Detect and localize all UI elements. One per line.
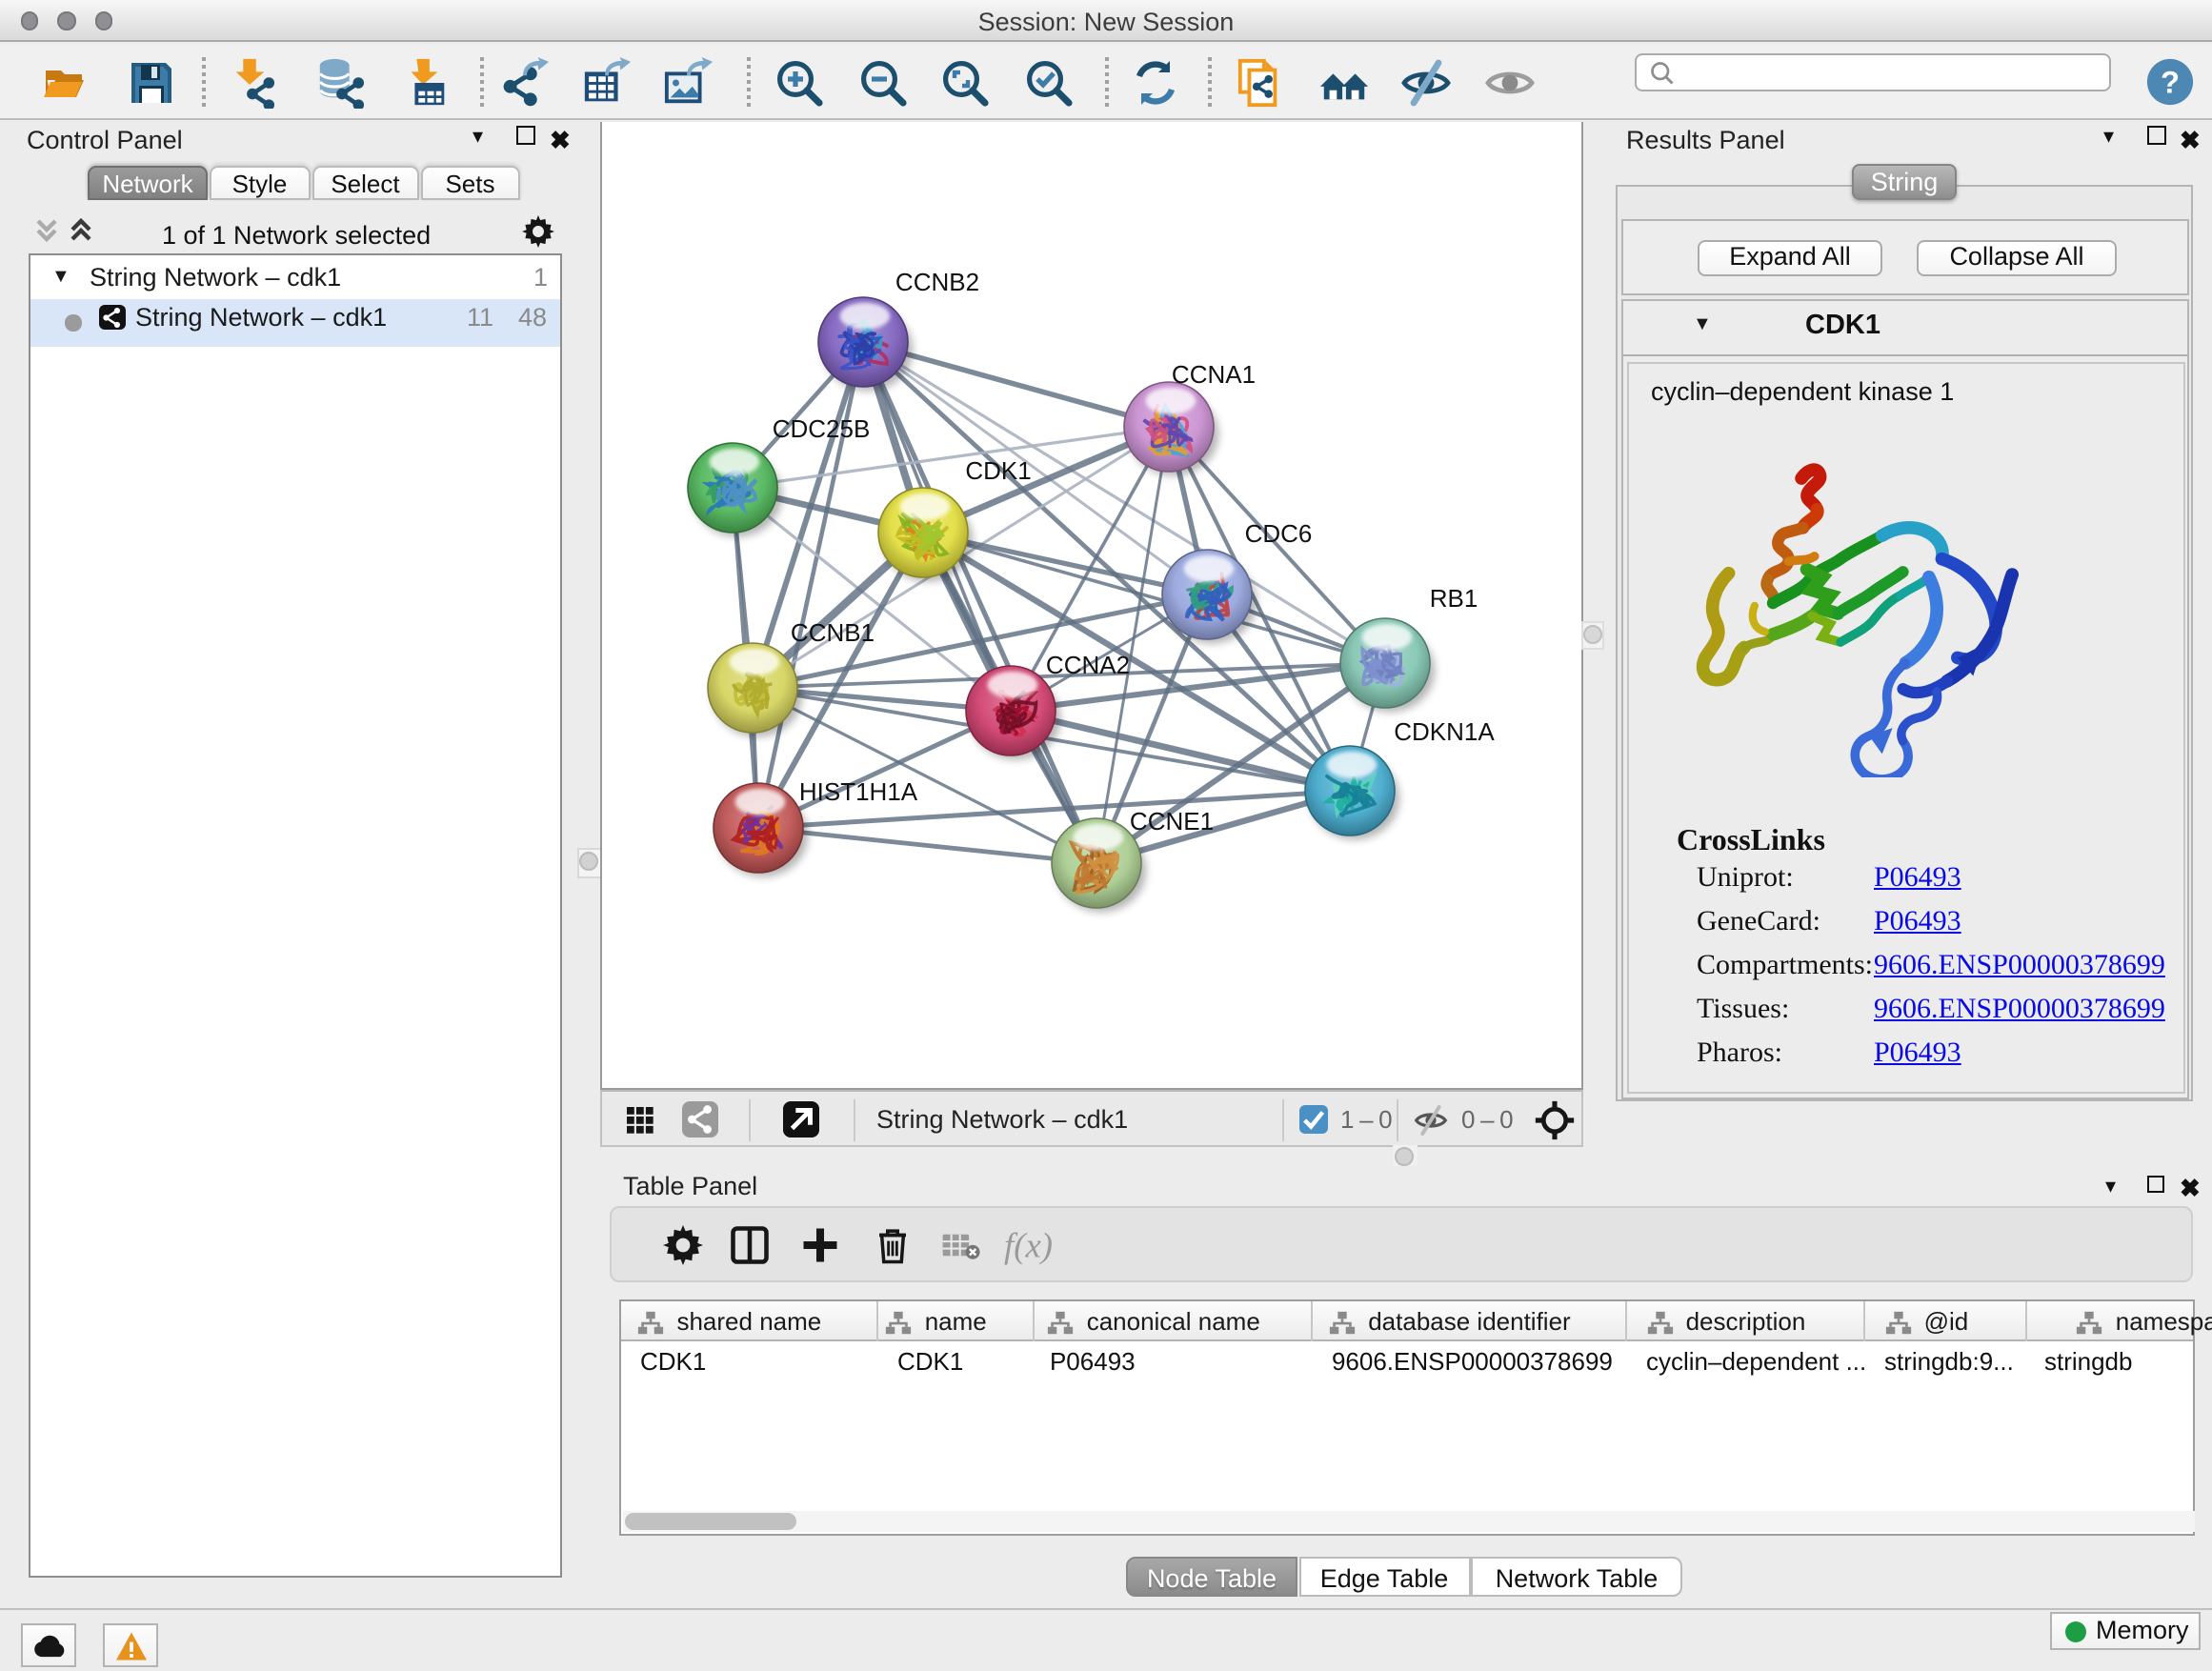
- svg-text:CCNA2: CCNA2: [1046, 650, 1130, 678]
- svg-text:CCNA1: CCNA1: [1172, 359, 1256, 388]
- svg-text:RB1: RB1: [1430, 583, 1478, 612]
- svg-text:CCNB2: CCNB2: [895, 267, 979, 295]
- svg-text:CCNB1: CCNB1: [791, 617, 875, 646]
- svg-text:CDC6: CDC6: [1245, 518, 1313, 547]
- svg-text:f(x): f(x): [1004, 1225, 1053, 1264]
- svg-text:CDKN1A: CDKN1A: [1394, 716, 1495, 745]
- svg-text:CCNE1: CCNE1: [1130, 806, 1214, 835]
- svg-text:HIST1H1A: HIST1H1A: [799, 776, 918, 805]
- svg-text:CDK1: CDK1: [965, 455, 1031, 484]
- svg-text:CDC25B: CDC25B: [773, 413, 871, 442]
